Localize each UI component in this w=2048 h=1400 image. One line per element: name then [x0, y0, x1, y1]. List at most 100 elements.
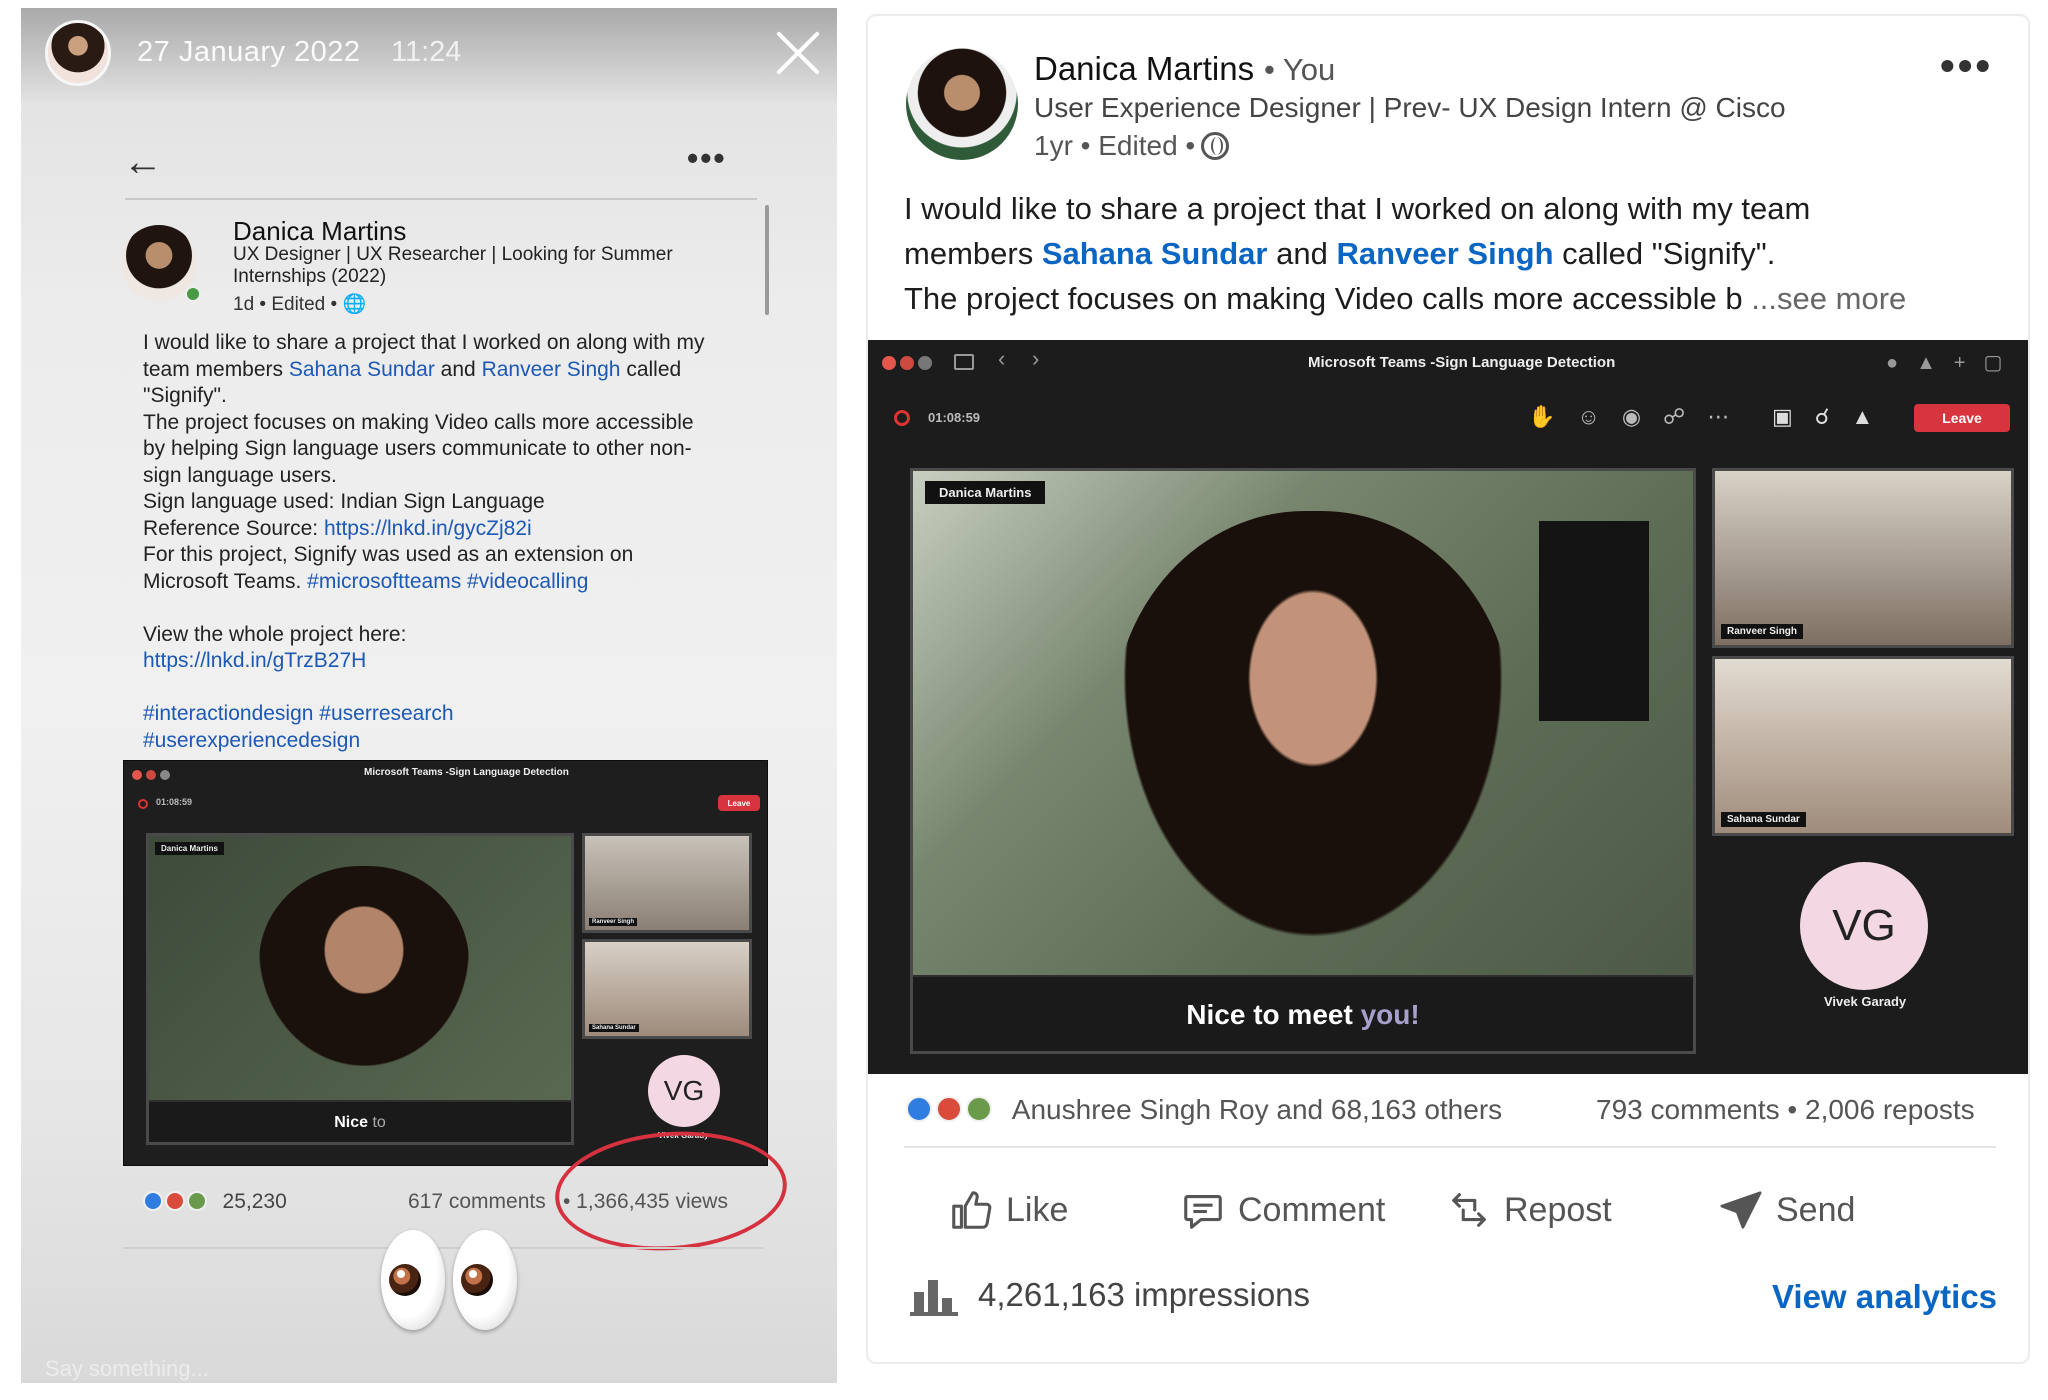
caption-pending-text: you!	[1360, 999, 1420, 1030]
reply-field[interactable]: Say something...	[45, 1356, 209, 1382]
like-button[interactable]: Like	[948, 1182, 1068, 1238]
celebrate-reaction-icon	[186, 1191, 207, 1211]
body-link[interactable]: https://lnkd.in/gTrzB27H	[143, 649, 366, 672]
post-body-line: The project focuses on making Video call…	[143, 410, 763, 437]
window-control-icons: ●▲+▢	[1886, 352, 2021, 374]
scrollbar	[765, 205, 769, 315]
love-reaction-icon	[164, 1191, 185, 1211]
post-video: Microsoft Teams -Sign Language Detection…	[123, 760, 768, 1166]
impressions: 4,261,163 impressions	[910, 1274, 1310, 1316]
participant-avatar-vg: VG	[648, 1055, 720, 1127]
more-options-button[interactable]: •••	[1940, 42, 1993, 90]
record-icon	[894, 410, 910, 426]
comments-count: 617 comments	[408, 1190, 546, 1213]
participant-tile: Sahana Sundar	[1712, 656, 2014, 836]
post-body-line: https://lnkd.in/gTrzB27H	[143, 648, 763, 675]
participant-tile: Ranveer Singh	[582, 833, 752, 933]
post-body-line: members Sahana Sundar and Ranveer Singh …	[904, 231, 2004, 276]
mention-link[interactable]: Sahana Sundar	[1042, 236, 1268, 271]
window-max-dot	[160, 770, 170, 780]
post-body-line: The project focuses on making Video call…	[904, 276, 2004, 321]
post-meta: 1yr • Edited •	[1034, 130, 1230, 162]
author-name[interactable]: Danica Martins	[1034, 50, 1254, 88]
body-link[interactable]: #userexperiencedesign	[143, 729, 360, 752]
story-date: 27 January 2022	[137, 36, 361, 68]
participant-label: Ranveer Singh	[1721, 624, 1804, 639]
like-reaction-icon	[143, 1191, 163, 1211]
body-link[interactable]: Ranveer Singh	[482, 358, 621, 381]
body-text: by helping Sign language users communica…	[143, 437, 692, 460]
caption-pending-text: to	[372, 1114, 386, 1131]
caption-text: Nice to meet	[1186, 999, 1353, 1030]
author-avatar[interactable]	[906, 48, 1018, 160]
post-body-line: team members Sahana Sundar and Ranveer S…	[143, 357, 763, 384]
nav-forward-icon: ›	[1032, 346, 1040, 371]
window-close-dot	[132, 770, 142, 780]
impressions-count: 4,261,163 impressions	[978, 1276, 1311, 1313]
participant-label: Sahana Sundar	[589, 1024, 639, 1032]
repost-label: Repost	[1504, 1190, 1612, 1229]
author-headline: User Experience Designer | Prev- UX Desi…	[1034, 92, 1786, 123]
comments-reposts-count[interactable]: 793 comments • 2,006 reposts	[1596, 1094, 1975, 1126]
post-body-line	[143, 595, 763, 622]
divider	[904, 1146, 1996, 1148]
window-close-dot	[882, 356, 896, 370]
body-link[interactable]: #microsoftteams	[307, 570, 461, 593]
view-analytics-link[interactable]: View analytics	[1772, 1278, 1997, 1316]
post-body-line: Sign language used: Indian Sign Language	[143, 489, 763, 516]
post-video[interactable]: ‹ › Microsoft Teams -Sign Language Detec…	[868, 340, 2028, 1074]
caption-bar: Nice to meet you!	[913, 975, 1693, 1051]
body-text: and	[434, 357, 482, 381]
see-more-link[interactable]: ...see more	[1743, 281, 1906, 316]
like-reaction-icon	[906, 1096, 932, 1122]
reactions-summary[interactable]: Anushree Singh Roy and 68,163 others	[906, 1094, 1502, 1126]
participant-label: Sahana Sundar	[1721, 812, 1806, 827]
globe-icon: 🌐	[342, 294, 367, 315]
send-button[interactable]: Send	[1718, 1182, 1855, 1238]
post-body-line: Reference Source: https://lnkd.in/gycZj8…	[143, 516, 763, 543]
body-link[interactable]: #videocalling	[467, 570, 588, 593]
repost-button[interactable]: Repost	[1446, 1182, 1612, 1238]
send-icon	[1720, 1191, 1762, 1229]
caption-bar: Nice to	[149, 1100, 571, 1142]
body-link[interactable]: Sahana Sundar	[289, 358, 435, 381]
mention-link[interactable]: Ranveer Singh	[1336, 236, 1553, 271]
eyes-emoji-icon	[381, 1230, 531, 1340]
body-text: I would like to share a project that I w…	[143, 331, 705, 354]
window-title: Microsoft Teams -Sign Language Detection	[364, 767, 569, 778]
body-text: members	[904, 236, 1042, 271]
close-icon[interactable]	[775, 30, 821, 76]
post-meta-text: 1d • Edited •	[233, 294, 338, 315]
send-label: Send	[1776, 1190, 1856, 1229]
globe-icon	[1201, 132, 1230, 160]
window-max-dot	[918, 356, 932, 370]
participant-tile: Ranveer Singh	[1712, 468, 2014, 648]
story-panel: 27 January 2022 11:24 ← ••• Danica Marti…	[21, 8, 837, 1383]
body-link[interactable]: #interactiondesign	[143, 702, 313, 725]
story-time: 11:24	[391, 36, 462, 68]
body-text: team members	[143, 357, 289, 381]
record-icon	[138, 799, 148, 809]
story-avatar[interactable]	[45, 20, 111, 86]
post-body-line: I would like to share a project that I w…	[143, 330, 763, 357]
body-link[interactable]: #userresearch	[319, 702, 453, 725]
call-timer: 01:08:59	[928, 410, 981, 425]
reactions-summary: 25,230	[143, 1190, 287, 1214]
body-text: The project focuses on making Video call…	[904, 281, 1743, 316]
post-body-line	[143, 675, 763, 702]
wall-shelf	[1539, 521, 1649, 721]
post-body: I would like to share a project that I w…	[904, 186, 2004, 321]
body-text: Reference Source:	[143, 516, 324, 540]
post-body-line: View the whole project here:	[143, 622, 763, 649]
love-reaction-icon	[935, 1096, 962, 1122]
comment-button[interactable]: Comment	[1180, 1182, 1385, 1238]
body-text: called "Signify".	[1553, 236, 1776, 271]
participant-tile: Sahana Sundar	[582, 939, 752, 1039]
leave-button: Leave	[718, 795, 760, 811]
body-link[interactable]: https://lnkd.in/gycZj82i	[324, 517, 532, 540]
body-text: called	[620, 357, 682, 381]
main-video-tile: Danica Martins Nice to	[146, 833, 574, 1145]
like-label: Like	[1006, 1190, 1069, 1229]
linkedin-post: Danica Martins • You User Experience Des…	[866, 14, 2030, 1364]
main-tile-label: Danica Martins	[925, 481, 1046, 504]
